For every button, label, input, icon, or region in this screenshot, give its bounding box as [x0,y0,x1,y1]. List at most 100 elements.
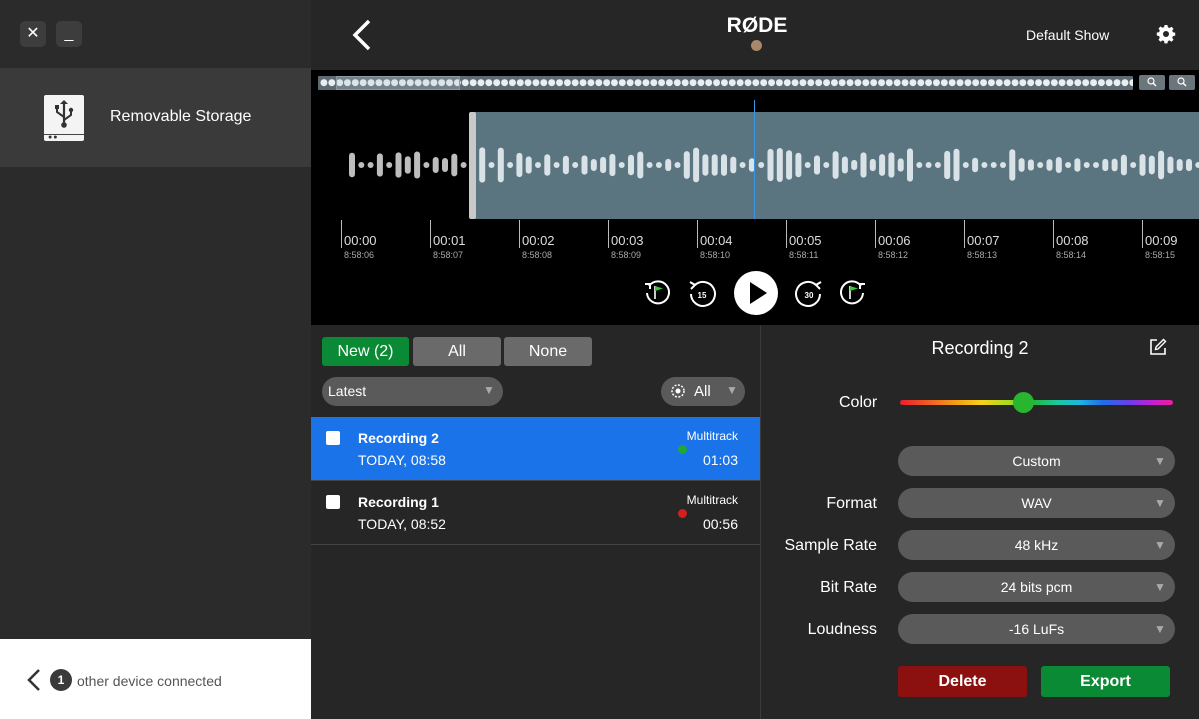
zoom-in-button[interactable] [1169,75,1195,90]
chevron-down-icon: ▼ [726,383,738,397]
device-count-badge: 1 [50,669,72,691]
timeline-tick [964,220,965,248]
bit-rate-select[interactable]: 24 bits pcm [898,572,1175,602]
chevron-down-icon: ▼ [1154,454,1166,468]
usb-drive-icon: ●● [44,95,84,141]
back-chevron-icon[interactable] [349,18,375,52]
timeline-tick [519,220,520,248]
overview-scrollbar[interactable]: ●●●●●●●●●●●●●●●●●●●●●●●●●●●●●●●●●●●●●●●●… [318,76,1133,90]
recording-date: TODAY, 08:52 [358,516,446,532]
chevron-down-icon: ▼ [1154,496,1166,510]
loudness-value: -16 LuFs [1008,621,1065,637]
status-dot [678,509,687,518]
overview-selection-handle[interactable] [336,76,460,90]
device-footer-label: other device connected [77,673,222,689]
chevron-down-icon: ▼ [483,383,495,397]
sample-rate-label: Sample Rate [784,537,878,554]
skip-forward-30-button[interactable]: 30 [794,278,824,308]
recording-name: Recording 2 [358,430,439,446]
delete-button[interactable]: Delete [898,666,1027,697]
recording-type: Multitrack [686,493,738,507]
skip-back-15-button[interactable]: 15 [687,278,717,308]
timeline-tick-label: 00:03 [611,233,644,248]
zoom-out-button[interactable] [1139,75,1165,90]
bit-rate-label: Bit Rate [820,579,877,596]
timeline-clock-label: 8:58:15 [1145,250,1176,260]
timeline-tick [1142,220,1143,248]
timeline-tick [697,220,698,248]
timeline-clock-label: 8:58:10 [700,250,731,260]
recording-row[interactable] [311,481,760,545]
format-select[interactable]: WAV [898,488,1175,518]
bit-rate-value: 24 bits pcm [1000,579,1073,595]
chevron-down-icon: ▼ [1154,538,1166,552]
recording-checkbox[interactable] [326,495,340,509]
edit-icon[interactable] [1149,338,1167,356]
recording-detail-pane [760,325,1199,719]
sample-rate-select[interactable]: 48 kHz [898,530,1175,560]
timeline-tick-label: 00:08 [1056,233,1089,248]
timeline-clock-label: 8:58:14 [1056,250,1087,260]
skip-back-label: 15 [698,291,707,300]
recording-name: Recording 1 [358,494,439,510]
recording-row[interactable] [311,417,760,481]
next-marker-button[interactable] [839,278,867,306]
timeline-clock-label: 8:58:07 [433,250,464,260]
chevron-left-icon[interactable] [24,668,44,692]
filter-all-button[interactable]: All [413,337,501,366]
recording-date: TODAY, 08:58 [358,452,446,468]
color-slider-knob[interactable] [1013,392,1034,413]
loudness-select[interactable]: -16 LuFs [898,614,1175,644]
recording-type: Multitrack [686,429,738,443]
timeline-tick-label: 00:00 [344,233,377,248]
show-name-label[interactable]: Default Show [1026,27,1109,43]
format-value: WAV [1021,495,1052,511]
selection-start-handle[interactable] [469,112,476,219]
timeline-tick [786,220,787,248]
export-button[interactable]: Export [1041,666,1170,697]
playhead[interactable] [754,100,755,219]
gear-icon[interactable] [1156,24,1176,44]
recording-title: Recording 2 [931,338,1029,358]
chevron-down-icon: ▼ [1154,622,1166,636]
timeline-clock-label: 8:58:11 [789,250,819,260]
recording-duration: 00:56 [702,516,738,532]
timeline-tick-label: 00:09 [1145,233,1178,248]
sort-value: Latest [328,383,367,399]
close-window-button[interactable]: ✕ [20,21,46,47]
rode-logo: RØDE [726,14,788,37]
play-button[interactable] [733,270,779,316]
skip-forward-label: 30 [805,291,814,300]
sort-select[interactable]: Latest [322,377,503,406]
loudness-label: Loudness [807,621,877,638]
timeline-tick [430,220,431,248]
sidebar-item-label: Removable Storage [110,108,252,125]
timeline-tick-label: 00:06 [878,233,911,248]
logo-dot [751,40,762,51]
waveform [349,147,1199,183]
timeline-tick-label: 00:04 [700,233,733,248]
timeline-tick-label: 00:07 [967,233,1000,248]
filter-none-button[interactable]: None [504,337,592,366]
minimize-window-button[interactable]: _ [56,21,82,47]
chevron-down-icon: ▼ [1154,580,1166,594]
preset-select[interactable]: Custom [898,446,1175,476]
timeline-tick [1053,220,1054,248]
timeline-tick [875,220,876,248]
filter-new-button[interactable]: New (2) [322,337,409,366]
sample-rate-value: 48 kHz [1014,537,1059,553]
zoom-in-icon [1177,77,1187,87]
status-dot [678,445,687,454]
previous-marker-button[interactable] [643,278,671,306]
format-label: Format [826,495,877,512]
color-label: Color [839,394,878,411]
zoom-out-icon [1147,77,1157,87]
color-slider[interactable] [900,400,1173,405]
timeline-clock-label: 8:58:12 [878,250,909,260]
timeline-clock-label: 8:58:06 [344,250,375,260]
timeline-tick-label: 00:05 [789,233,822,248]
preset-value: Custom [1012,453,1061,469]
timeline-tick [608,220,609,248]
recording-checkbox[interactable] [326,431,340,445]
device-filter-value: All [694,383,711,400]
